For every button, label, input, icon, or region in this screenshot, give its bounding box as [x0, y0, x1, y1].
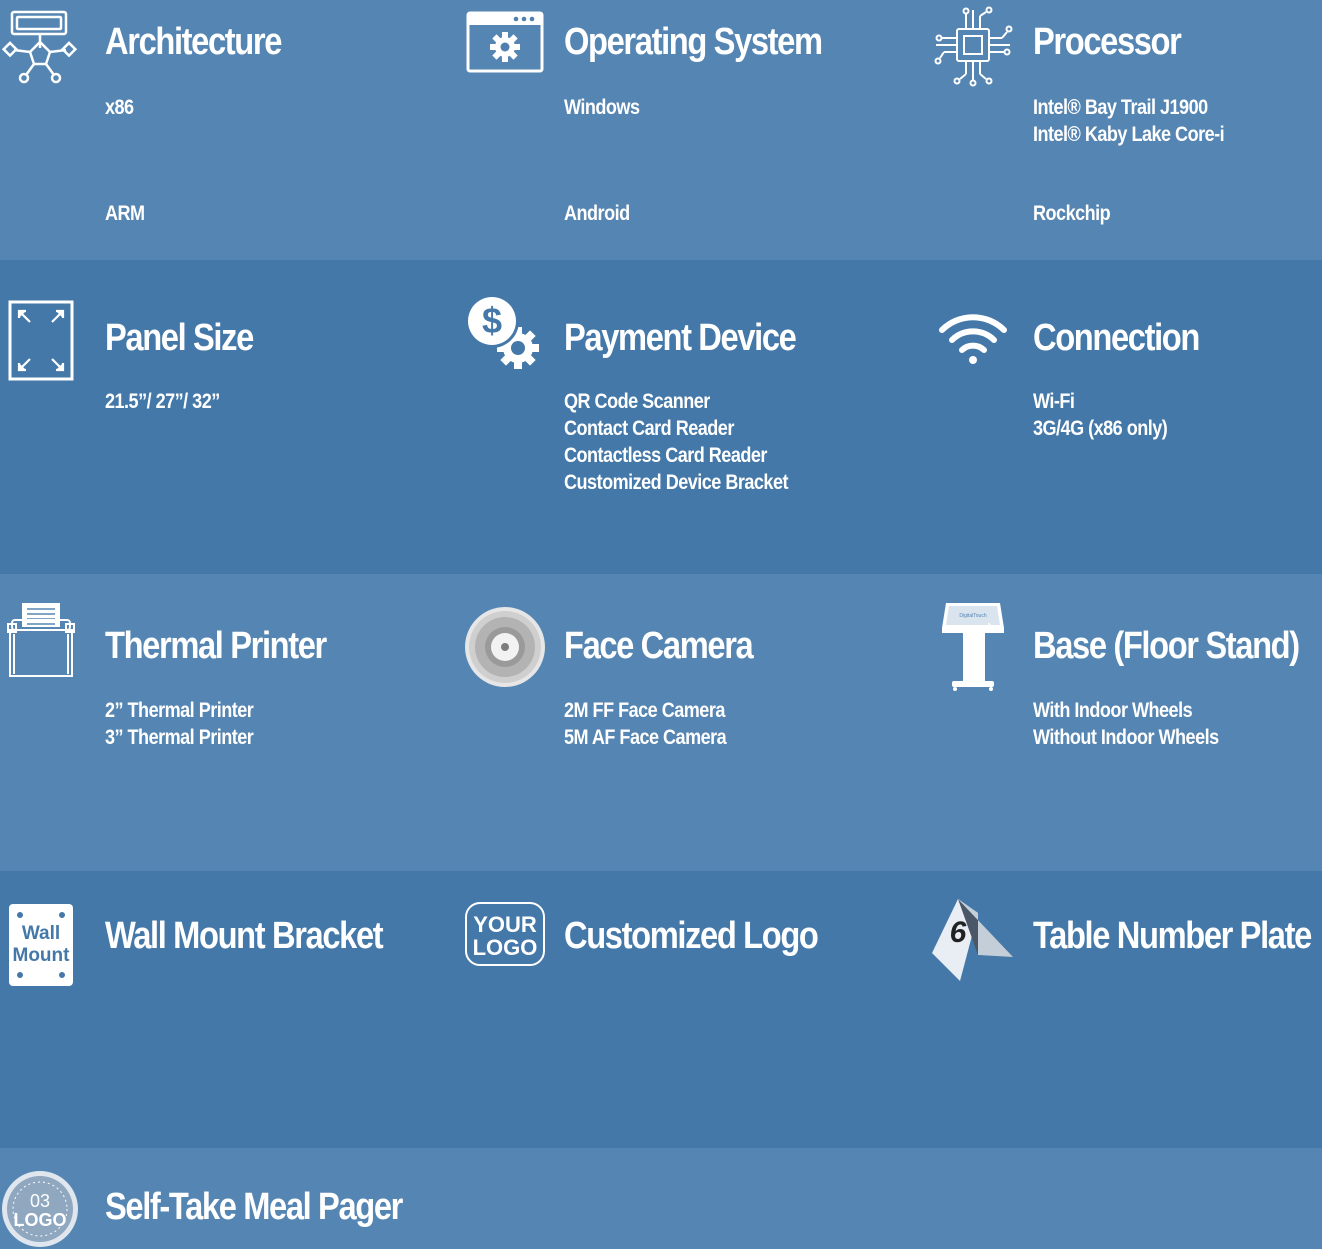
feature-title: Face Camera: [564, 625, 754, 667]
icon-text: LOGO: [14, 1210, 67, 1230]
feature-options: Intel® Bay Trail J1900 Intel® Kaby Lake …: [1033, 94, 1225, 148]
icon-text: YOUR: [473, 912, 537, 937]
feature-options-alt: ARM: [105, 200, 145, 227]
panel-size-icon: [0, 295, 84, 381]
feature-title: Self-Take Meal Pager: [105, 1186, 403, 1228]
feature-title: Base (Floor Stand): [1033, 625, 1300, 667]
icon-text: Wall: [22, 923, 60, 944]
feature-floor-stand: DigitalTouch Base (Floor Stand) With Ind…: [928, 600, 1322, 860]
thermal-printer-icon: [0, 600, 84, 684]
option-line: ARM: [105, 202, 145, 225]
option-line: Customized Device Bracket: [564, 471, 789, 494]
feature-face-camera: Face Camera 2M FF Face Camera 5M AF Face…: [459, 600, 929, 860]
option-line: Intel® Bay Trail J1900: [1033, 96, 1208, 119]
processor-chip-icon: [928, 0, 1013, 87]
option-line: Windows: [564, 96, 640, 119]
svg-text:$: $: [482, 300, 502, 341]
wifi-icon: [928, 290, 1012, 374]
feature-title: Architecture: [105, 21, 282, 63]
feature-options: QR Code Scanner Contact Card Reader Cont…: [564, 388, 789, 496]
feature-options-alt: Android: [564, 200, 630, 227]
feature-payment-device: $ Payment Device QR Code Scanner Contact…: [459, 290, 929, 560]
option-line: 3” Thermal Printer: [105, 726, 254, 749]
feature-options: 2” Thermal Printer 3” Thermal Printer: [105, 697, 254, 751]
option-line: Android: [564, 202, 630, 225]
option-line: Rockchip: [1033, 202, 1111, 225]
feature-customized-logo: YOUR LOGO Customized Logo: [459, 895, 929, 1015]
option-line: 21.5”/ 27”/ 32”: [105, 390, 220, 413]
feature-wall-mount: Wall Mount Wall Mount Bracket: [0, 895, 460, 1015]
icon-text: 6: [950, 916, 967, 949]
svg-text:DigitalTouch: DigitalTouch: [959, 613, 986, 619]
option-line: Contact Card Reader: [564, 417, 734, 440]
payment-device-icon: $: [459, 290, 543, 374]
option-line: QR Code Scanner: [564, 390, 710, 413]
feature-options: 2M FF Face Camera 5M AF Face Camera: [564, 697, 727, 751]
feature-options-alt: Rockchip: [1033, 200, 1111, 227]
option-line: 2M FF Face Camera: [564, 699, 725, 722]
feature-options: 21.5”/ 27”/ 32”: [105, 388, 220, 415]
feature-options: With Indoor Wheels Without Indoor Wheels: [1033, 697, 1219, 751]
option-line: Without Indoor Wheels: [1033, 726, 1219, 749]
feature-panel-size: Panel Size 21.5”/ 27”/ 32”: [0, 295, 460, 565]
icon-text: Mount: [13, 945, 71, 966]
feature-thermal-printer: Thermal Printer 2” Thermal Printer 3” Th…: [0, 600, 460, 860]
feature-processor: Processor Intel® Bay Trail J1900 Intel® …: [928, 0, 1322, 260]
feature-title: Panel Size: [105, 317, 254, 359]
icon-text: 03: [30, 1191, 50, 1211]
feature-title: Thermal Printer: [105, 625, 327, 667]
feature-architecture: Architecture x86 ARM: [0, 0, 460, 260]
feature-options: x86: [105, 94, 134, 121]
face-camera-icon: [459, 600, 545, 687]
operating-system-icon: [459, 0, 544, 84]
feature-options: Windows: [564, 94, 640, 121]
feature-title: Table Number Plate: [1033, 915, 1312, 957]
feature-title: Operating System: [564, 21, 823, 63]
option-line: 5M AF Face Camera: [564, 726, 727, 749]
option-line: x86: [105, 96, 134, 119]
feature-title: Payment Device: [564, 317, 797, 359]
feature-title: Processor: [1033, 21, 1182, 63]
option-line: With Indoor Wheels: [1033, 699, 1193, 722]
feature-connection: Connection Wi-Fi 3G/4G (x86 only): [928, 290, 1322, 560]
feature-title: Customized Logo: [564, 915, 819, 957]
option-line: Wi-Fi: [1033, 390, 1075, 413]
option-line: 3G/4G (x86 only): [1033, 417, 1168, 440]
feature-options: Wi-Fi 3G/4G (x86 only): [1033, 388, 1168, 442]
feature-operating-system: Operating System Windows Android: [459, 0, 929, 260]
floor-stand-icon: DigitalTouch: [928, 600, 1012, 691]
icon-text: LOGO: [473, 935, 538, 960]
feature-table-number-plate: 6 Table Number Plate: [928, 895, 1322, 1015]
option-line: 2” Thermal Printer: [105, 699, 254, 722]
architecture-icon: [0, 0, 84, 84]
table-number-plate-icon: 6: [928, 895, 1013, 981]
feature-meal-pager: 03 LOGO Self-Take Meal Pager: [0, 1165, 700, 1247]
option-line: Contactless Card Reader: [564, 444, 767, 467]
meal-pager-icon: 03 LOGO: [0, 1165, 84, 1249]
custom-logo-icon: YOUR LOGO: [459, 895, 545, 979]
feature-title: Wall Mount Bracket: [105, 915, 384, 957]
feature-title: Connection: [1033, 317, 1200, 359]
option-line: Intel® Kaby Lake Core-i: [1033, 123, 1225, 146]
wall-mount-icon: Wall Mount: [0, 895, 84, 986]
